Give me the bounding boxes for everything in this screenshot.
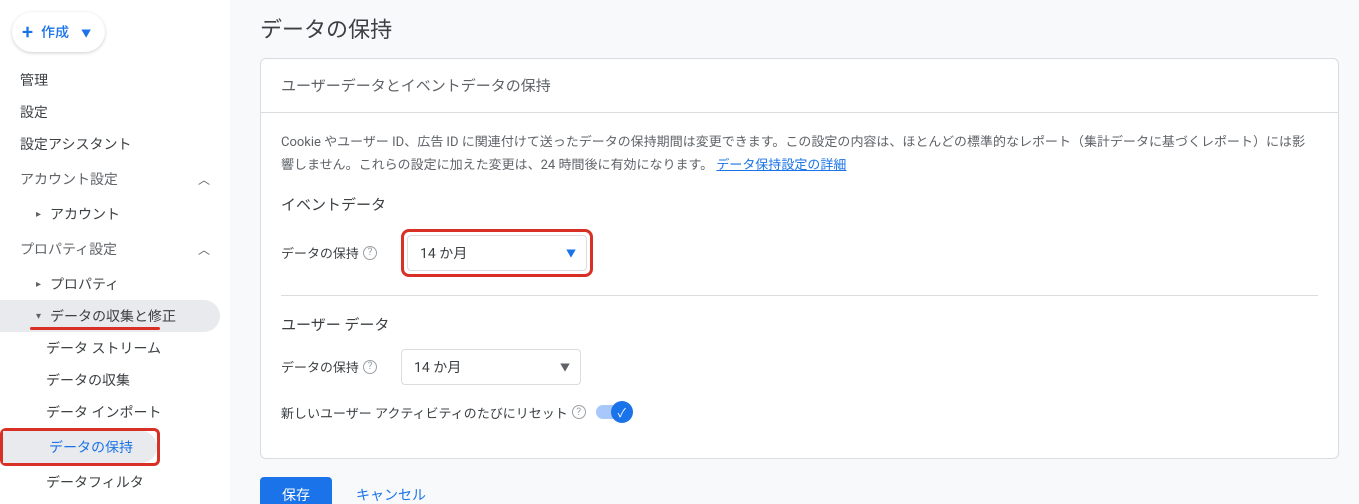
plus-icon: + (22, 22, 33, 42)
chevron-up-icon: ︿ (198, 241, 210, 258)
sidebar-section-property[interactable]: プロパティ設定 ︿ (0, 230, 230, 268)
main-content: データの保持 ユーザーデータとイベントデータの保持 Cookie やユーザー I… (230, 0, 1359, 504)
reset-toggle[interactable]: ✓ (596, 405, 630, 419)
user-retention-select[interactable]: 14 か月 ▼ (401, 349, 581, 385)
dropdown-icon: ▼ (566, 245, 576, 260)
page-title: データの保持 (260, 12, 1339, 44)
dropdown-icon: ▼ (560, 359, 570, 374)
sidebar-section-account[interactable]: アカウント設定 ︿ (0, 160, 230, 198)
highlight-box: データの保持 (0, 428, 160, 466)
sidebar-item-settings[interactable]: 設定 (0, 96, 230, 128)
sidebar-item-assistant[interactable]: 設定アシスタント (0, 128, 230, 160)
sidebar-item-data-filter[interactable]: データフィルタ (0, 466, 230, 498)
help-icon[interactable]: ? (363, 246, 377, 260)
cancel-button[interactable]: キャンセル (356, 485, 426, 504)
sidebar: + 作成 ▼ 管理 設定 設定アシスタント アカウント設定 ︿ ▸ アカウント … (0, 0, 230, 504)
help-icon[interactable]: ? (363, 360, 377, 374)
user-section-label: ユーザー データ (281, 314, 1318, 335)
save-button[interactable]: 保存 (260, 477, 332, 504)
sidebar-item-data-import[interactable]: データ インポート (0, 396, 230, 428)
toggle-on-icon: ✓ (611, 401, 633, 423)
sidebar-item-account[interactable]: ▸ アカウント (0, 198, 230, 230)
sidebar-item-data-stream[interactable]: データ ストリーム (0, 332, 230, 364)
caret-down-icon: ▾ (36, 311, 50, 322)
event-retention-select[interactable]: 14 か月 ▼ (407, 235, 587, 271)
sidebar-item-admin[interactable]: 管理 (0, 64, 230, 96)
divider (281, 295, 1318, 296)
event-section-label: イベントデータ (281, 194, 1318, 215)
sidebar-item-data-collect[interactable]: データの収集 (0, 364, 230, 396)
caret-right-icon: ▸ (36, 209, 50, 220)
retention-card: ユーザーデータとイベントデータの保持 Cookie やユーザー ID、広告 ID… (260, 58, 1339, 459)
caret-down-icon: ▼ (81, 25, 91, 40)
learn-more-link[interactable]: データ保持設定の詳細 (716, 158, 846, 173)
highlight-box: 14 か月 ▼ (401, 229, 593, 277)
sidebar-item-data-collection[interactable]: ▾ データの収集と修正 (0, 300, 220, 332)
description: Cookie やユーザー ID、広告 ID に関連付けて送ったデータの保持期間は… (281, 131, 1318, 178)
user-retention-label: データの保持 ? (281, 357, 391, 376)
event-retention-label: データの保持 ? (281, 243, 391, 262)
highlight-underline (30, 327, 160, 330)
create-button[interactable]: + 作成 ▼ (12, 12, 105, 52)
help-icon[interactable]: ? (572, 405, 586, 419)
sidebar-item-data-retain[interactable]: データの保持 (3, 431, 157, 463)
chevron-up-icon: ︿ (198, 171, 210, 188)
create-label: 作成 (41, 22, 69, 42)
sidebar-item-property[interactable]: ▸ プロパティ (0, 268, 230, 300)
reset-label: 新しいユーザー アクティビティのたびにリセット ? (281, 403, 586, 422)
caret-right-icon: ▸ (36, 279, 50, 290)
card-title: ユーザーデータとイベントデータの保持 (261, 59, 1338, 113)
